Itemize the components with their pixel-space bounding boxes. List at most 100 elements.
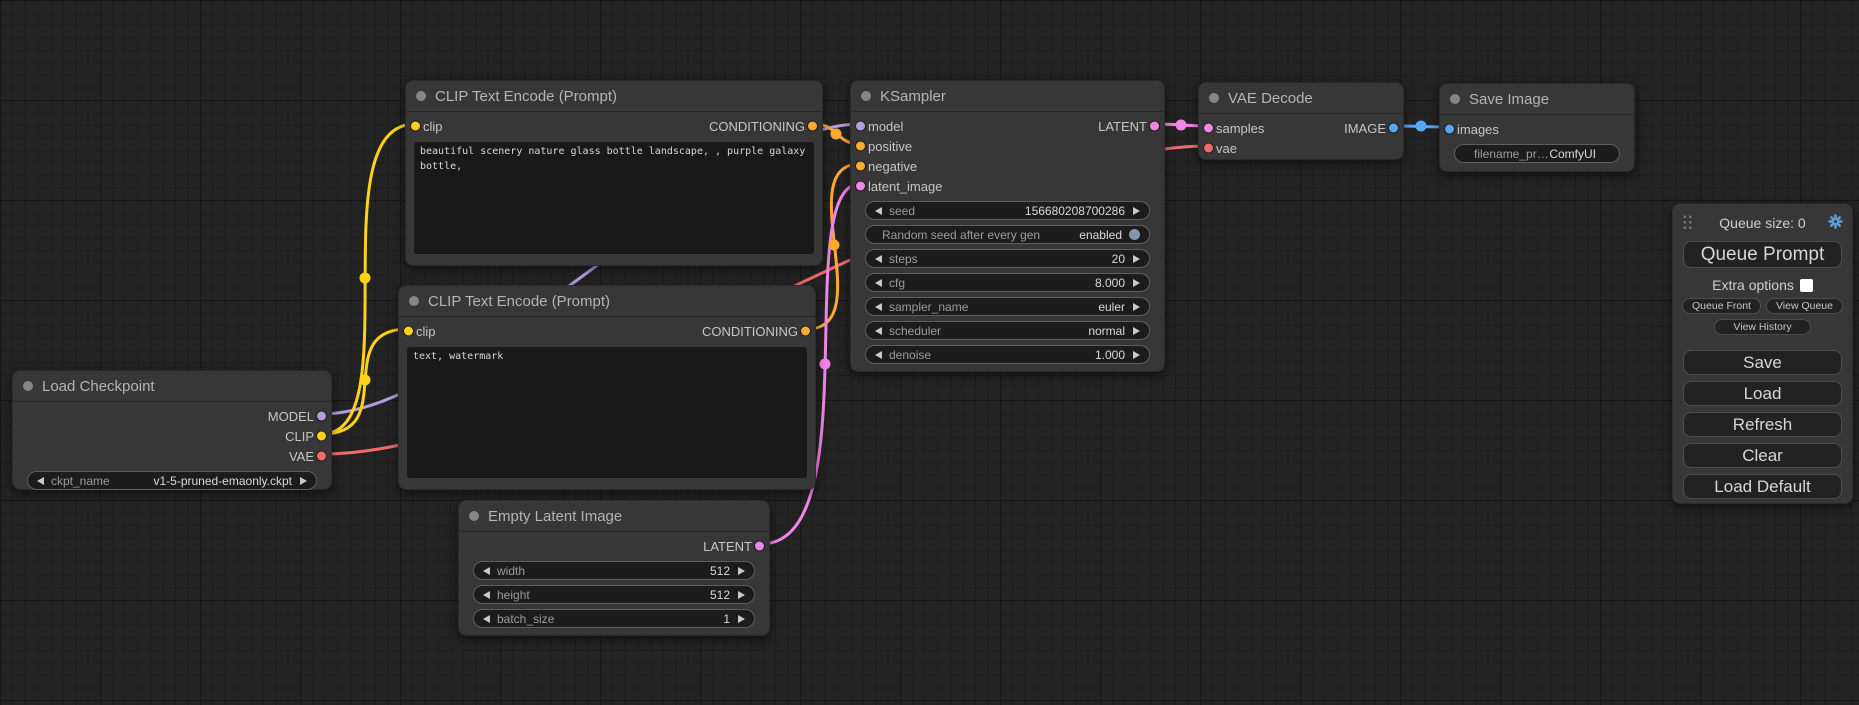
node-title-bar[interactable]: Empty Latent Image (459, 501, 769, 532)
decrement-arrow-icon[interactable] (483, 591, 490, 599)
clip-input-dot[interactable] (411, 122, 420, 131)
batch-size-widget[interactable]: batch_size 1 (473, 609, 755, 628)
collapse-dot-icon[interactable] (1209, 93, 1219, 103)
load-default-button[interactable]: Load Default (1683, 474, 1842, 499)
node-graph-canvas[interactable]: Load Checkpoint MODEL CLIP VAE ckpt_name… (0, 0, 1859, 705)
node-title-bar[interactable]: Save Image (1440, 84, 1634, 115)
increment-arrow-icon[interactable] (1133, 207, 1140, 215)
output-slot-vae[interactable]: VAE (13, 446, 331, 466)
increment-arrow-icon[interactable] (1133, 255, 1140, 263)
save-button[interactable]: Save (1683, 350, 1842, 375)
increment-arrow-icon[interactable] (1133, 327, 1140, 335)
model-slot-dot[interactable] (317, 412, 326, 421)
conditioning-output-dot[interactable] (808, 122, 817, 131)
input-slot-vae[interactable]: vae (1199, 138, 1403, 158)
collapse-dot-icon[interactable] (23, 381, 33, 391)
decrement-arrow-icon[interactable] (875, 303, 882, 311)
filename-prefix-widget[interactable]: filename_prefix ComfyUI (1454, 144, 1620, 163)
cfg-widget[interactable]: cfg 8.000 (865, 273, 1150, 292)
increment-arrow-icon[interactable] (1133, 351, 1140, 359)
input-slot-positive[interactable]: positive (851, 136, 1164, 156)
clear-button[interactable]: Clear (1683, 443, 1842, 468)
decrement-arrow-icon[interactable] (37, 477, 44, 485)
decrement-arrow-icon[interactable] (483, 567, 490, 575)
node-load-checkpoint[interactable]: Load Checkpoint MODEL CLIP VAE ckpt_name… (12, 370, 332, 490)
increment-arrow-icon[interactable] (738, 567, 745, 575)
prompt-textarea[interactable]: text, watermark (407, 347, 807, 478)
node-vae-decode[interactable]: VAE Decode samples IMAGE vae (1198, 82, 1404, 160)
positive-input-dot[interactable] (856, 142, 865, 151)
slot-row[interactable]: clip CONDITIONING (399, 321, 815, 341)
scheduler-widget[interactable]: scheduler normal (865, 321, 1150, 340)
vae-input-dot[interactable] (1204, 144, 1213, 153)
random-seed-toggle-widget[interactable]: Random seed after every gen enabled (865, 225, 1150, 244)
slot-row[interactable]: samples IMAGE (1199, 118, 1403, 138)
node-title-bar[interactable]: VAE Decode (1199, 83, 1403, 114)
decrement-arrow-icon[interactable] (483, 615, 490, 623)
decrement-arrow-icon[interactable] (875, 255, 882, 263)
negative-input-dot[interactable] (856, 162, 865, 171)
vae-slot-dot[interactable] (317, 452, 326, 461)
settings-gear-icon[interactable] (1827, 213, 1844, 233)
images-input-dot[interactable] (1445, 125, 1454, 134)
node-save-image[interactable]: Save Image images filename_prefix ComfyU… (1439, 83, 1635, 172)
collapse-dot-icon[interactable] (861, 91, 871, 101)
width-widget[interactable]: width 512 (473, 561, 755, 580)
conditioning-output-dot[interactable] (801, 327, 810, 336)
ckpt-name-widget[interactable]: ckpt_name v1-5-pruned-emaonly.ckpt (27, 471, 317, 490)
refresh-button[interactable]: Refresh (1683, 412, 1842, 437)
node-title-bar[interactable]: CLIP Text Encode (Prompt) (406, 81, 822, 112)
node-title-bar[interactable]: Load Checkpoint (13, 371, 331, 402)
input-slot-negative[interactable]: negative (851, 156, 1164, 176)
latent-image-input-dot[interactable] (856, 182, 865, 191)
node-clip-text-encode-positive[interactable]: CLIP Text Encode (Prompt) clip CONDITION… (405, 80, 823, 266)
queue-panel[interactable]: Queue size: 0 Queue Prompt Extra options (1672, 203, 1853, 504)
view-history-button[interactable]: View History (1714, 319, 1810, 335)
samples-input-dot[interactable] (1204, 124, 1213, 133)
increment-arrow-icon[interactable] (300, 477, 307, 485)
node-title-bar[interactable]: KSampler (851, 81, 1164, 112)
latent-output-dot[interactable] (755, 542, 764, 551)
input-slot-latent-image[interactable]: latent_image (851, 176, 1164, 196)
decrement-arrow-icon[interactable] (875, 279, 882, 287)
collapse-dot-icon[interactable] (1450, 94, 1460, 104)
node-title-bar[interactable]: CLIP Text Encode (Prompt) (399, 286, 815, 317)
decrement-arrow-icon[interactable] (875, 327, 882, 335)
toggle-dot-icon[interactable] (1129, 229, 1140, 240)
queue-prompt-button[interactable]: Queue Prompt (1683, 241, 1842, 268)
sampler-name-widget[interactable]: sampler_name euler (865, 297, 1150, 316)
drag-handle-icon[interactable] (1682, 214, 1693, 231)
prompt-textarea[interactable]: beautiful scenery nature glass bottle la… (414, 142, 814, 254)
decrement-arrow-icon[interactable] (875, 207, 882, 215)
model-input-dot[interactable] (856, 122, 865, 131)
increment-arrow-icon[interactable] (1133, 279, 1140, 287)
clip-slot-dot[interactable] (317, 432, 326, 441)
seed-widget[interactable]: seed 156680208700286 (865, 201, 1150, 220)
node-ksampler[interactable]: KSampler model LATENT positive negative … (850, 80, 1165, 372)
view-queue-button[interactable]: View Queue (1766, 298, 1843, 314)
node-empty-latent-image[interactable]: Empty Latent Image LATENT width 512 heig… (458, 500, 770, 636)
collapse-dot-icon[interactable] (469, 511, 479, 521)
increment-arrow-icon[interactable] (1133, 303, 1140, 311)
extra-options-checkbox[interactable] (1800, 279, 1813, 292)
input-slot-images[interactable]: images (1440, 119, 1634, 139)
slot-row[interactable]: model LATENT (851, 116, 1164, 136)
queue-front-button[interactable]: Queue Front (1682, 298, 1761, 314)
steps-widget[interactable]: steps 20 (865, 249, 1150, 268)
load-button[interactable]: Load (1683, 381, 1842, 406)
collapse-dot-icon[interactable] (409, 296, 419, 306)
output-slot-model[interactable]: MODEL (13, 406, 331, 426)
latent-output-dot[interactable] (1150, 122, 1159, 131)
collapse-dot-icon[interactable] (416, 91, 426, 101)
slot-row[interactable]: clip CONDITIONING (406, 116, 822, 136)
clip-input-dot[interactable] (404, 327, 413, 336)
decrement-arrow-icon[interactable] (875, 351, 882, 359)
image-output-dot[interactable] (1389, 124, 1398, 133)
node-clip-text-encode-negative[interactable]: CLIP Text Encode (Prompt) clip CONDITION… (398, 285, 816, 490)
increment-arrow-icon[interactable] (738, 615, 745, 623)
denoise-widget[interactable]: denoise 1.000 (865, 345, 1150, 364)
output-slot-clip[interactable]: CLIP (13, 426, 331, 446)
height-widget[interactable]: height 512 (473, 585, 755, 604)
output-slot-latent[interactable]: LATENT (459, 536, 769, 556)
increment-arrow-icon[interactable] (738, 591, 745, 599)
